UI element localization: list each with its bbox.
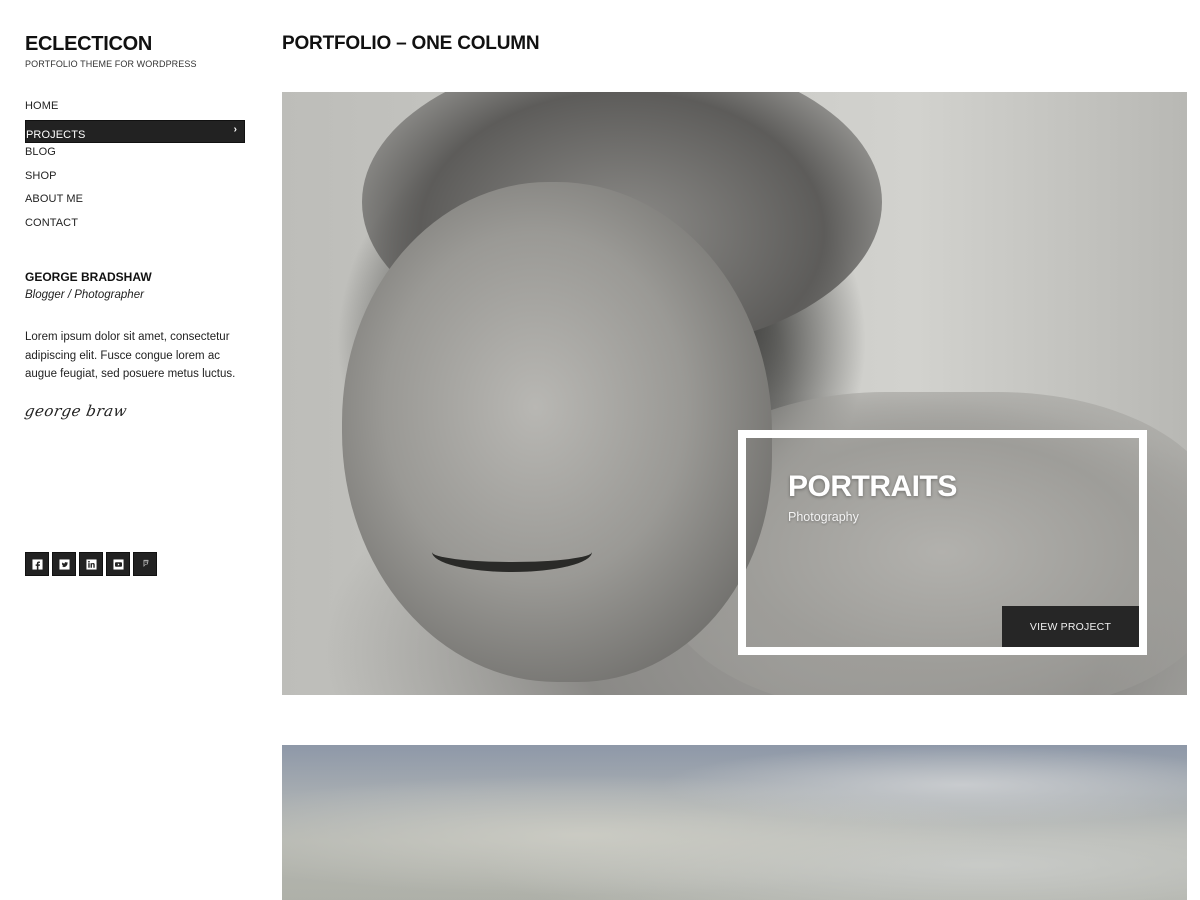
- social-links: [25, 552, 157, 576]
- author-name: GEORGE BRADSHAW: [25, 270, 152, 284]
- signature: george braw: [23, 402, 129, 420]
- chevron-right-icon: ›: [233, 124, 237, 136]
- nav-item-label: BLOG: [25, 146, 56, 159]
- twitter-link[interactable]: [52, 552, 76, 576]
- youtube-link[interactable]: [106, 552, 130, 576]
- facebook-link[interactable]: [25, 552, 49, 576]
- project-card-portraits[interactable]: PORTRAITS Photography VIEW PROJECT: [282, 92, 1187, 695]
- nav-item-blog[interactable]: BLOG: [25, 143, 245, 166]
- project-overlay: PORTRAITS Photography VIEW PROJECT: [738, 430, 1147, 655]
- nav-item-label: HOME: [25, 100, 59, 112]
- page-title: PORTFOLIO – ONE COLUMN: [282, 33, 540, 54]
- nav-item-about-me[interactable]: ABOUT ME: [25, 190, 245, 213]
- nav-item-label: ABOUT ME: [25, 193, 84, 206]
- project-image-sky: [282, 745, 1187, 900]
- site-tagline: PORTFOLIO THEME FOR WORDPRESS: [25, 59, 197, 69]
- project-image-face: [342, 182, 772, 682]
- nav-item-label: CONTACT: [25, 216, 79, 229]
- nav-item-projects[interactable]: PROJECTS ›: [25, 120, 245, 144]
- nav-item-label: SHOP: [25, 169, 57, 182]
- author-role: Blogger / Photographer: [25, 289, 144, 301]
- facebook-icon: [31, 558, 43, 570]
- nav-item-label: PROJECTS: [26, 129, 86, 142]
- nav-item-home[interactable]: HOME: [25, 97, 245, 120]
- youtube-icon: [112, 558, 124, 570]
- linkedin-icon: [85, 558, 97, 570]
- author-bio: Lorem ipsum dolor sit amet, consectetur …: [25, 331, 236, 380]
- project-image-smile: [432, 532, 592, 572]
- nav-item-contact[interactable]: CONTACT: [25, 214, 245, 237]
- project-category: Photography: [788, 510, 859, 524]
- project-card-sky[interactable]: [282, 745, 1187, 900]
- view-project-button[interactable]: VIEW PROJECT: [1002, 606, 1139, 647]
- project-title[interactable]: PORTRAITS: [788, 470, 957, 504]
- linkedin-link[interactable]: [79, 552, 103, 576]
- foursquare-icon: [142, 559, 149, 567]
- twitter-icon: [58, 558, 70, 570]
- site-title[interactable]: ECLECTICON: [25, 33, 152, 56]
- main-nav: HOME PROJECTS › BLOG SHOP ABOUT ME CONTAC…: [25, 97, 245, 237]
- foursquare-link[interactable]: [133, 552, 157, 576]
- nav-item-shop[interactable]: SHOP: [25, 167, 245, 190]
